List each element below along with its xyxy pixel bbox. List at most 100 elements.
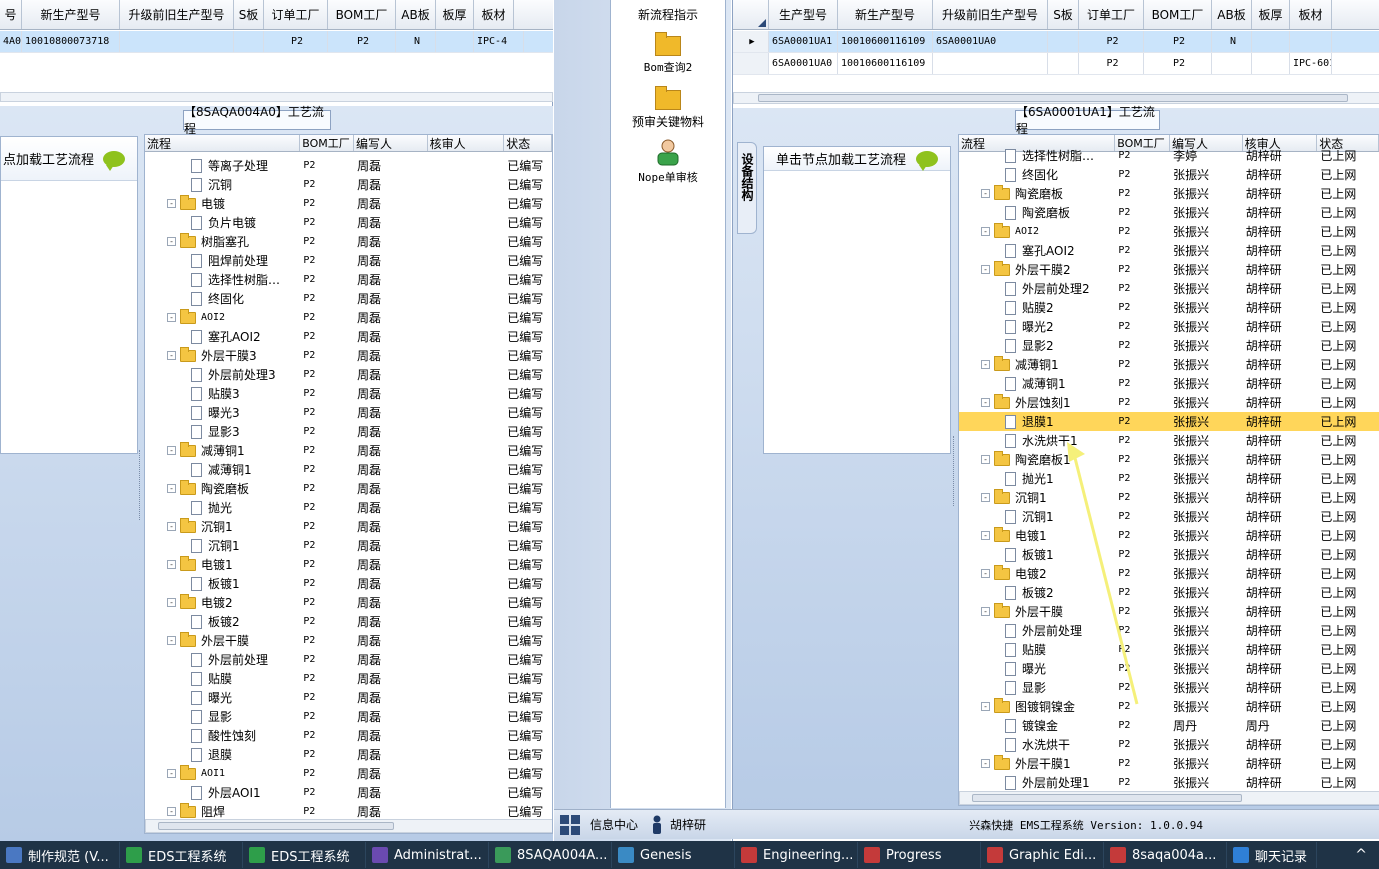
tree-row[interactable]: - 外层干膜3 P2 周磊 已编写 xyxy=(145,346,552,365)
tree-node[interactable]: 终固化 xyxy=(959,165,1115,184)
tree-node[interactable]: 塞孔AOI2 xyxy=(145,327,300,346)
col-header[interactable]: 板厚 xyxy=(436,0,474,29)
tree-row[interactable]: 外层前处理2 P2 张振兴 胡梓研 已上网 xyxy=(959,279,1379,298)
tree-node[interactable]: 显影 xyxy=(145,707,300,726)
scrollbar-thumb[interactable] xyxy=(758,94,1348,102)
tree-row[interactable]: - 电镀 P2 周磊 已编写 xyxy=(145,194,552,213)
tree-node[interactable]: - 外层干膜 xyxy=(145,631,300,650)
tree-node[interactable]: 退膜 xyxy=(145,745,300,764)
tree-node[interactable]: - 电镀1 xyxy=(145,555,300,574)
tree-node[interactable]: 减薄铜1 xyxy=(959,374,1115,393)
tree-row[interactable]: - AOI1 P2 周磊 已编写 xyxy=(145,764,552,783)
horizontal-scrollbar[interactable] xyxy=(0,92,553,102)
taskbar-button[interactable]: EDS工程系统 xyxy=(120,842,243,868)
splitter-handle[interactable] xyxy=(139,450,143,520)
collapse-toggle-icon[interactable]: - xyxy=(167,636,176,645)
tree-row[interactable]: 曝光 P2 周磊 已编写 xyxy=(145,688,552,707)
tree-node[interactable]: 镀镍金 xyxy=(959,716,1115,735)
tree-row[interactable]: 沉铜 P2 周磊 已编写 xyxy=(145,175,552,194)
tree-node[interactable]: 陶瓷磨板 xyxy=(959,203,1115,222)
tree-node[interactable]: 显影3 xyxy=(145,422,300,441)
table-row[interactable]: 6SA0001UA0 10010600116109 P2 P2 IPC-601 xyxy=(733,53,1379,75)
tree-row[interactable]: - 树脂塞孔 P2 周磊 已编写 xyxy=(145,232,552,251)
tree-node[interactable]: - 外层干膜3 xyxy=(145,346,300,365)
tree-node[interactable]: - 外层干膜1 xyxy=(959,754,1115,773)
tree-row[interactable]: 贴膜2 P2 张振兴 胡梓研 已上网 xyxy=(959,298,1379,317)
tree-node[interactable]: - 沉铜1 xyxy=(145,517,300,536)
collapse-toggle-icon[interactable]: - xyxy=(167,769,176,778)
col-header[interactable]: 号 xyxy=(0,0,22,29)
tree-row[interactable]: 终固化 P2 周磊 已编写 xyxy=(145,289,552,308)
col-header[interactable]: 订单工厂 xyxy=(1079,0,1144,29)
collapse-toggle-icon[interactable]: - xyxy=(981,569,990,578)
tree-row[interactable]: - AOI2 P2 周磊 已编写 xyxy=(145,308,552,327)
tree-row[interactable]: 显影 P2 张振兴 胡梓研 已上网 xyxy=(959,678,1379,697)
collapse-toggle-icon[interactable]: - xyxy=(167,313,176,322)
tree-node[interactable]: 显影2 xyxy=(959,336,1115,355)
tree-node[interactable]: 曝光3 xyxy=(145,403,300,422)
tree-node[interactable]: 曝光2 xyxy=(959,317,1115,336)
tree-node[interactable]: 塞孔AOI2 xyxy=(959,241,1115,260)
taskbar-button[interactable]: Progress xyxy=(858,842,981,868)
taskbar-button[interactable]: EDS工程系统 xyxy=(243,842,366,868)
tree-node[interactable]: 减薄铜1 xyxy=(145,460,300,479)
horizontal-scrollbar[interactable] xyxy=(145,819,552,833)
collapse-toggle-icon[interactable]: - xyxy=(167,522,176,531)
tree-node[interactable]: - 外层干膜2 xyxy=(959,260,1115,279)
collapse-toggle-icon[interactable]: - xyxy=(981,759,990,768)
collapse-toggle-icon[interactable]: - xyxy=(981,360,990,369)
col-header[interactable]: 新生产型号 xyxy=(22,0,120,29)
tree-row[interactable]: 板镀2 P2 周磊 已编写 xyxy=(145,612,552,631)
tree-node[interactable]: 选择性树脂… xyxy=(145,270,300,289)
info-center-link[interactable]: 信息中心 xyxy=(590,816,638,833)
taskbar-button[interactable]: 聊天记录 xyxy=(1227,842,1317,868)
tree-node[interactable]: 贴膜2 xyxy=(959,298,1115,317)
tree-row[interactable]: - 陶瓷磨板1 P2 张振兴 胡梓研 已上网 xyxy=(959,450,1379,469)
tree-row[interactable]: 曝光 P2 张振兴 胡梓研 已上网 xyxy=(959,659,1379,678)
collapse-toggle-icon[interactable]: - xyxy=(981,493,990,502)
tree-row[interactable]: - 电镀1 P2 张振兴 胡梓研 已上网 xyxy=(959,526,1379,545)
note-header[interactable]: 单击节点加载工艺流程 xyxy=(764,147,950,171)
tree-row[interactable]: 曝光2 P2 张振兴 胡梓研 已上网 xyxy=(959,317,1379,336)
col-header[interactable]: 流程 xyxy=(145,135,301,151)
collapse-toggle-icon[interactable]: - xyxy=(981,607,990,616)
tree-row[interactable]: 水洗烘干1 P2 张振兴 胡梓研 已上网 xyxy=(959,431,1379,450)
tree-row[interactable]: - AOI2 P2 张振兴 胡梓研 已上网 xyxy=(959,222,1379,241)
tree-row[interactable]: - 外层干膜 P2 周磊 已编写 xyxy=(145,631,552,650)
tree-node[interactable]: 退膜1 xyxy=(959,412,1115,431)
tree-row[interactable]: 外层AOI1 P2 周磊 已编写 xyxy=(145,783,552,802)
tree-row[interactable]: 抛光 P2 周磊 已编写 xyxy=(145,498,552,517)
tree-row[interactable]: 外层前处理3 P2 周磊 已编写 xyxy=(145,365,552,384)
col-header[interactable]: BOM工厂 xyxy=(1144,0,1212,29)
tree-node[interactable]: 曝光 xyxy=(145,688,300,707)
tree-row[interactable]: - 电镀2 P2 周磊 已编写 xyxy=(145,593,552,612)
tree-row[interactable]: 退膜 P2 周磊 已编写 xyxy=(145,745,552,764)
tree-row[interactable]: - 减薄铜1 P2 周磊 已编写 xyxy=(145,441,552,460)
col-header[interactable]: S板 xyxy=(1048,0,1079,29)
collapse-toggle-icon[interactable]: - xyxy=(167,351,176,360)
tree-row[interactable]: 贴膜3 P2 周磊 已编写 xyxy=(145,384,552,403)
tree-row[interactable]: 水洗烘干 P2 张振兴 胡梓研 已上网 xyxy=(959,735,1379,754)
tree-row[interactable]: 沉铜1 P2 张振兴 胡梓研 已上网 xyxy=(959,507,1379,526)
bom-query-button[interactable]: Bom查询2 xyxy=(613,32,723,75)
note-header[interactable]: 点加载工艺流程 xyxy=(1,137,137,181)
col-header[interactable]: 板厚 xyxy=(1252,0,1290,29)
horizontal-scrollbar[interactable] xyxy=(959,791,1379,805)
taskbar-button[interactable]: 8SAQA004A... xyxy=(489,842,612,868)
collapse-toggle-icon[interactable]: - xyxy=(167,560,176,569)
tree-row[interactable]: - 外层干膜2 P2 张振兴 胡梓研 已上网 xyxy=(959,260,1379,279)
tree-row[interactable]: - 外层蚀刻1 P2 张振兴 胡梓研 已上网 xyxy=(959,393,1379,412)
tree-node[interactable]: - AOI2 xyxy=(959,222,1115,241)
tree-row[interactable]: 陶瓷磨板 P2 张振兴 胡梓研 已上网 xyxy=(959,203,1379,222)
collapse-toggle-icon[interactable]: - xyxy=(981,398,990,407)
tree-node[interactable]: 负片电镀 xyxy=(145,213,300,232)
tree-row[interactable]: - 外层干膜 P2 张振兴 胡梓研 已上网 xyxy=(959,602,1379,621)
tree-row[interactable]: 外层前处理 P2 周磊 已编写 xyxy=(145,650,552,669)
tree-row[interactable]: 外层前处理 P2 张振兴 胡梓研 已上网 xyxy=(959,621,1379,640)
tree-row[interactable]: 贴膜P2张振兴胡梓研已上网 xyxy=(959,640,1379,659)
col-header[interactable]: S板 xyxy=(234,0,264,29)
tree-node[interactable]: 选择性树脂… xyxy=(959,146,1115,165)
tree-node[interactable]: 阻焊前处理 xyxy=(145,251,300,270)
tree-row[interactable]: 外层前处理1 P2 张振兴 胡梓研 已上网 xyxy=(959,773,1379,792)
col-header[interactable]: 编写人 xyxy=(354,135,428,151)
